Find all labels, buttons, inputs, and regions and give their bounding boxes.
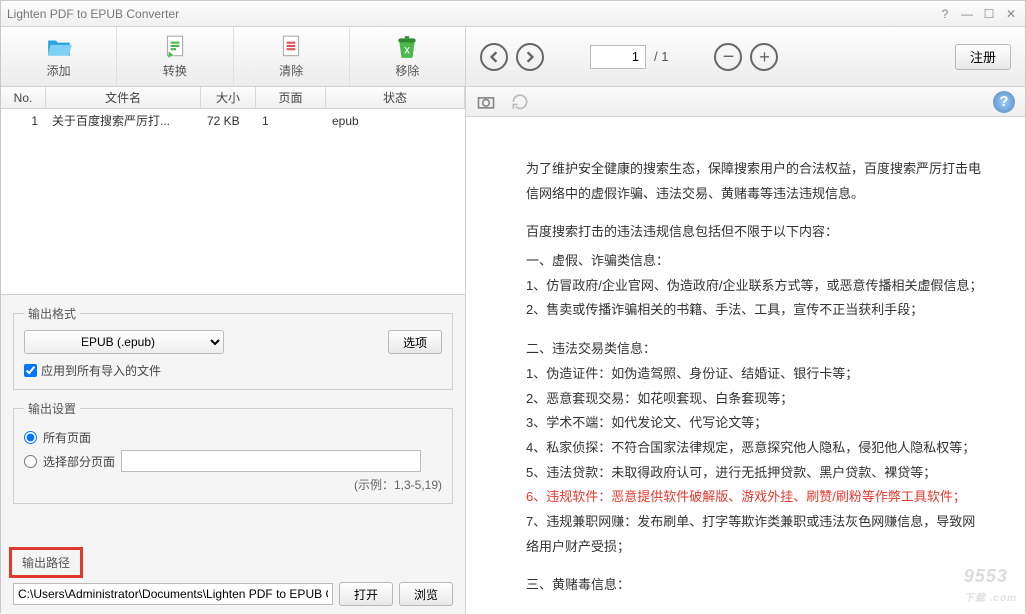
page-total: / 1 [654, 49, 668, 64]
zoom-out-button[interactable]: − [714, 43, 742, 71]
col-status[interactable]: 状态 [326, 87, 465, 108]
camera-icon[interactable] [476, 92, 496, 112]
range-pages-radio[interactable]: 选择部分页面 [24, 450, 442, 472]
zoom-in-button[interactable]: + [750, 43, 778, 71]
output-format-group: 输出格式 EPUB (.epub) 选项 应用到所有导入的文件 [13, 305, 453, 390]
col-size[interactable]: 大小 [201, 87, 256, 108]
doc-line: 1、伪造证件：如伪造驾照、身份证、结婚证、银行卡等； [526, 362, 985, 387]
doc-line: 4、私家侦探：不符合国家法律规定，恶意探究他人隐私，侵犯他人隐私权等； [526, 436, 985, 461]
range-example: (示例：1,3-5,19) [24, 476, 442, 493]
chevron-left-icon [488, 51, 500, 63]
page-number-input[interactable] [590, 45, 646, 69]
register-button[interactable]: 注册 [955, 44, 1011, 70]
trash-icon [392, 34, 422, 60]
close-icon[interactable]: ✕ [1003, 6, 1019, 22]
doc-line: 5、违法贷款：未取得政府认可，进行无抵押贷款、黑户贷款、裸贷等； [526, 461, 985, 486]
doc-line: 1、仿冒政府/企业官网、伪造政府/企业联系方式等，或恶意传播相关虚假信息； [526, 274, 985, 299]
col-page[interactable]: 页面 [256, 87, 326, 108]
cell-size: 72 KB [201, 114, 256, 128]
convert-button[interactable]: 转换 [117, 27, 233, 86]
clear-button[interactable]: 清除 [234, 27, 350, 86]
range-pages-input[interactable] [24, 455, 37, 468]
all-pages-radio[interactable]: 所有页面 [24, 429, 442, 446]
doc-line-highlight: 6、违规软件：恶意提供软件破解版、游戏外挂、刷赞/刷粉等作弊工具软件； [526, 485, 985, 510]
clear-label: 清除 [279, 62, 303, 79]
chevron-right-icon [524, 51, 536, 63]
range-pages-label: 选择部分页面 [43, 453, 115, 470]
doc-line: 2、售卖或传播诈骗相关的书籍、手法、工具，宣传不正当获利手段； [526, 298, 985, 323]
cell-no: 1 [1, 114, 46, 128]
table-header: No. 文件名 大小 页面 状态 [1, 87, 465, 109]
output-path-input[interactable] [13, 583, 333, 605]
doc-line: 为了维护安全健康的搜索生态，保障搜索用户的合法权益，百度搜索严厉打击电信网络中的… [526, 157, 985, 206]
doc-line: 百度搜索打击的违法违规信息包括但不限于以下内容： [526, 220, 985, 245]
cell-page: 1 [256, 114, 326, 128]
next-page-button[interactable] [516, 43, 544, 71]
prev-page-button[interactable] [480, 43, 508, 71]
all-pages-input[interactable] [24, 431, 37, 444]
browse-button[interactable]: 浏览 [399, 582, 453, 606]
doc-line: 3、学术不端：如代发论文、代写论文等； [526, 411, 985, 436]
help-button[interactable]: ? [993, 91, 1015, 113]
doc-line: 7、违规兼职网赚：发布刷单、打字等欺诈类兼职或违法灰色网赚信息，导致网络用户财产… [526, 510, 985, 559]
watermark: 9553下载 .com [964, 559, 1017, 608]
table-row[interactable]: 1 关于百度搜索严厉打... 72 KB 1 epub [1, 109, 465, 132]
add-label: 添加 [47, 62, 71, 79]
minimize-icon[interactable]: — [959, 6, 975, 22]
open-button[interactable]: 打开 [339, 582, 393, 606]
rotate-icon[interactable] [510, 92, 530, 112]
maximize-icon[interactable]: ☐ [981, 6, 997, 22]
doc-line: 2、恶意套现交易：如花呗套现、白条套现等； [526, 387, 985, 412]
cell-name: 关于百度搜索严厉打... [46, 112, 201, 129]
options-button[interactable]: 选项 [388, 330, 442, 354]
col-no[interactable]: No. [1, 87, 46, 108]
document-convert-icon [160, 34, 190, 60]
cell-status: epub [326, 114, 465, 128]
document-preview[interactable]: 为了维护安全健康的搜索生态，保障搜索用户的合法权益，百度搜索严厉打击电信网络中的… [466, 117, 1025, 614]
file-list[interactable]: 1 关于百度搜索严厉打... 72 KB 1 epub [1, 109, 465, 295]
convert-label: 转换 [163, 62, 187, 79]
apply-all-input[interactable] [24, 364, 37, 377]
remove-button[interactable]: 移除 [350, 27, 465, 86]
format-legend: 输出格式 [24, 305, 80, 322]
col-filename[interactable]: 文件名 [46, 87, 201, 108]
output-path-label: 输出路径 [9, 547, 83, 578]
doc-line: 三、黄赌毒信息： [526, 573, 985, 598]
doc-line: 一、虚假、诈骗类信息： [526, 249, 985, 274]
doc-line: 二、违法交易类信息： [526, 337, 985, 362]
output-legend: 输出设置 [24, 400, 80, 417]
app-title: Lighten PDF to EPUB Converter [7, 7, 179, 21]
folder-open-icon [44, 34, 74, 60]
format-select[interactable]: EPUB (.epub) [24, 330, 224, 354]
all-pages-label: 所有页面 [43, 429, 91, 446]
document-clear-icon [276, 34, 306, 60]
page-range-input[interactable] [121, 450, 421, 472]
apply-all-label: 应用到所有导入的文件 [41, 362, 161, 379]
output-settings-group: 输出设置 所有页面 选择部分页面 (示例：1,3-5,19) [13, 400, 453, 504]
help-icon[interactable]: ? [937, 6, 953, 22]
remove-label: 移除 [395, 62, 419, 79]
add-button[interactable]: 添加 [1, 27, 117, 86]
apply-all-checkbox[interactable]: 应用到所有导入的文件 [24, 362, 442, 379]
